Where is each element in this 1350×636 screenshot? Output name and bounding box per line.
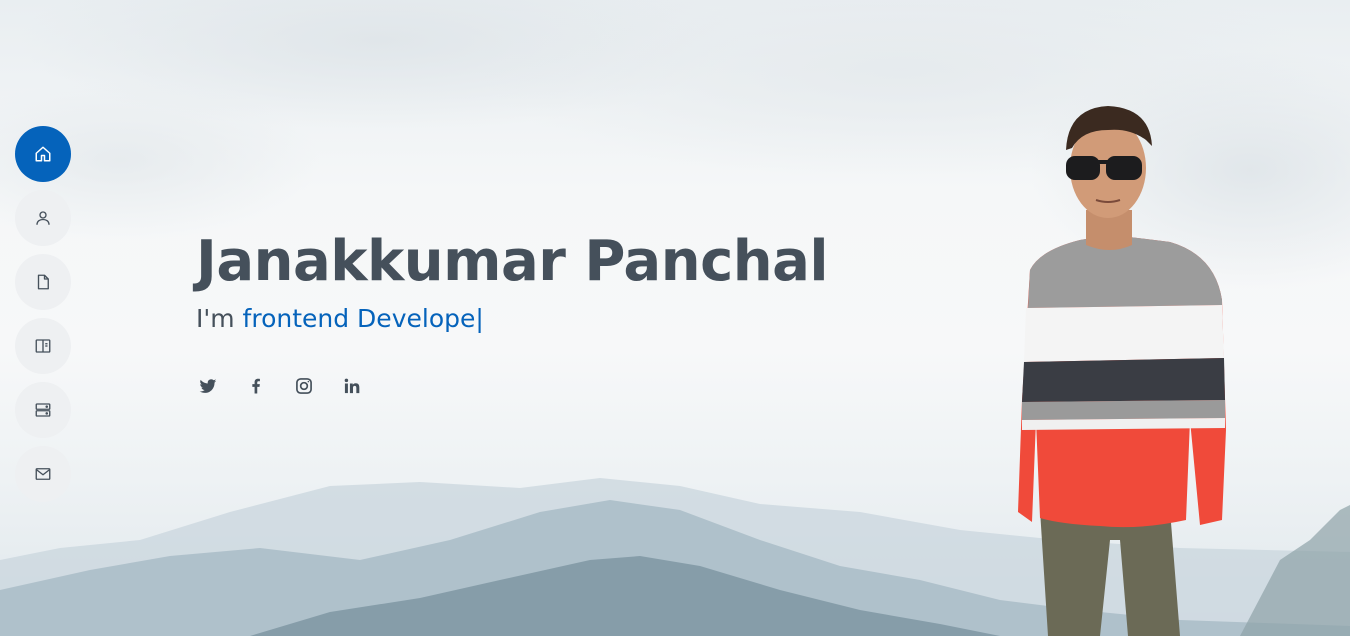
typed-cursor: | xyxy=(475,304,484,333)
instagram-link[interactable] xyxy=(292,374,316,398)
nav-portfolio-button[interactable] xyxy=(15,318,71,374)
hero-section: Janakkumar Panchal I'm frontend Develope… xyxy=(0,0,1350,636)
instagram-icon xyxy=(296,378,312,394)
nav-services-button[interactable] xyxy=(15,382,71,438)
nav-resume-button[interactable] xyxy=(15,254,71,310)
nav-contact-button[interactable] xyxy=(15,446,71,502)
linkedin-icon xyxy=(344,378,360,394)
linkedin-link[interactable] xyxy=(340,374,364,398)
hero-prefix: I'm xyxy=(196,304,243,333)
hero-text-block: Janakkumar Panchal I'm frontend Develope… xyxy=(196,224,829,333)
profile-photo xyxy=(1018,106,1226,636)
facebook-link[interactable] xyxy=(244,374,268,398)
home-icon xyxy=(35,146,51,162)
nav-home-button[interactable] xyxy=(15,126,71,182)
book-icon xyxy=(35,339,51,353)
nav-about-button[interactable] xyxy=(15,190,71,246)
hero-subtitle: I'm frontend Develope| xyxy=(196,304,828,333)
social-links xyxy=(196,374,364,398)
side-nav xyxy=(15,126,71,502)
twitter-link[interactable] xyxy=(196,374,220,398)
twitter-icon xyxy=(199,379,217,393)
facebook-icon xyxy=(252,378,260,394)
envelope-icon xyxy=(35,468,51,480)
user-icon xyxy=(36,211,50,225)
file-icon xyxy=(37,274,49,290)
hero-name: Janakkumar Panchal xyxy=(196,229,829,294)
server-icon xyxy=(35,403,51,417)
typed-text: frontend Develope xyxy=(242,304,476,333)
